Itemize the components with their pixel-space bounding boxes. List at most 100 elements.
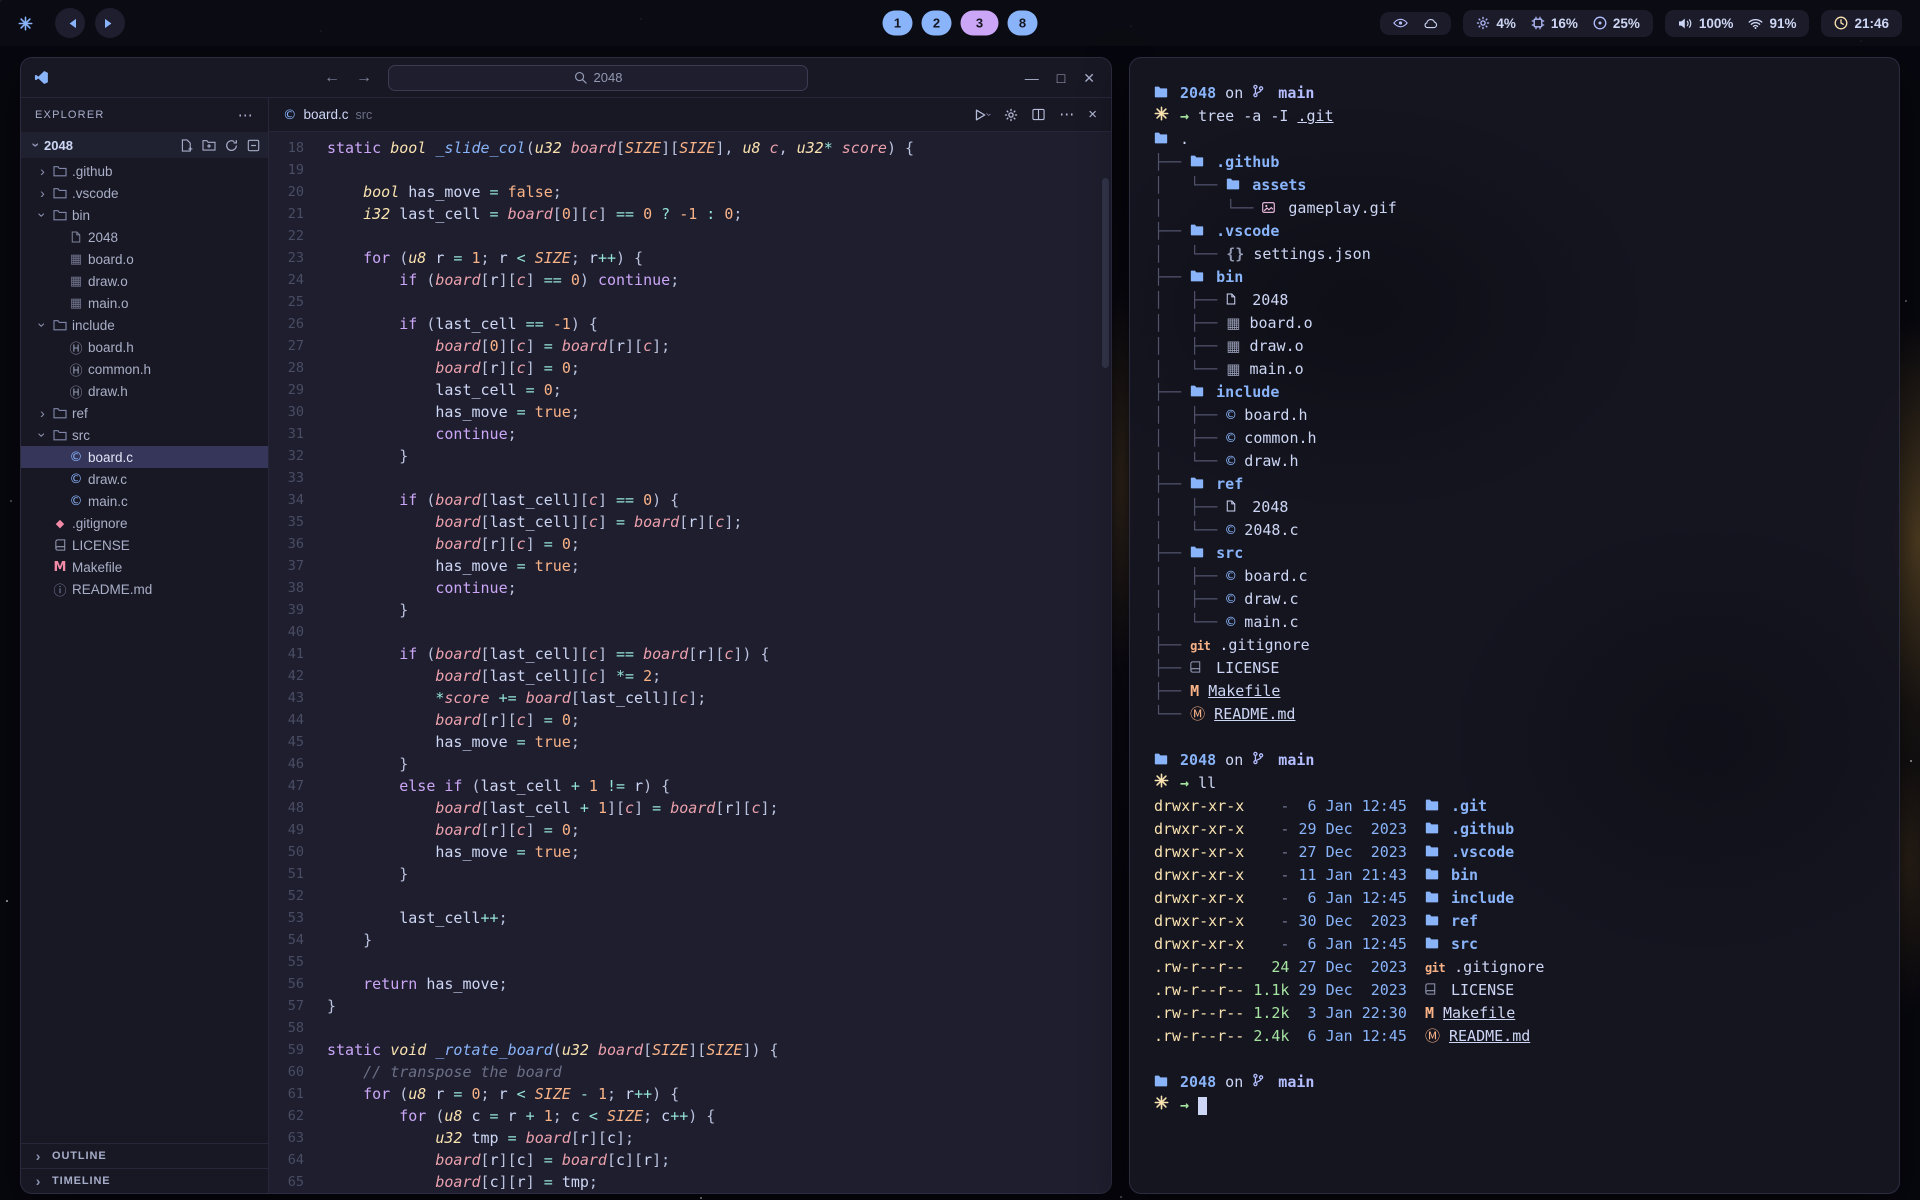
explorer-item-label: .gitignore: [72, 516, 128, 531]
outline-section-header[interactable]: › OUTLINE: [21, 1143, 268, 1168]
run-file-button[interactable]: ›: [975, 109, 990, 121]
line-number: 53: [269, 907, 327, 929]
branch-icon: [1252, 82, 1269, 105]
explorer-item-main.o[interactable]: ›▦main.o: [21, 292, 268, 314]
explorer-item-2048[interactable]: ›2048: [21, 226, 268, 248]
workspace-pill-2[interactable]: 2: [922, 11, 952, 36]
code-line-57: 57}: [269, 995, 1111, 1017]
explorer-title: EXPLORER: [35, 109, 105, 121]
explorer-item-bin[interactable]: ›bin: [21, 204, 268, 226]
new-folder-button[interactable]: [202, 139, 216, 152]
explorer-item-board.o[interactable]: ›▦board.o: [21, 248, 268, 270]
disk-stat[interactable]: 25%: [1593, 16, 1640, 31]
code-editor[interactable]: 18static bool _slide_col(u32 board[SIZE]…: [269, 132, 1111, 1193]
tab-file-name: board.c: [304, 107, 349, 122]
workspace-pill-3[interactable]: 3: [961, 11, 999, 36]
explorer-item-draw.h[interactable]: ›Ⓗdraw.h: [21, 380, 268, 402]
line-number: 50: [269, 841, 327, 863]
explorer-item-.vscode[interactable]: ›.vscode: [21, 182, 268, 204]
explorer-item-.gitignore[interactable]: ›◆.gitignore: [21, 512, 268, 534]
workspace-pill-8[interactable]: 8: [1008, 11, 1038, 36]
breadcrumb[interactable]: © board.c src: [283, 107, 372, 123]
media-previous-button[interactable]: [55, 8, 85, 38]
explorer-item-board.h[interactable]: ›Ⓗboard.h: [21, 336, 268, 358]
code-line-39: 39 }: [269, 599, 1111, 621]
workspace-pill-1[interactable]: 1: [883, 11, 913, 36]
disk-value: 25%: [1613, 16, 1640, 31]
new-file-button[interactable]: [180, 139, 193, 152]
maximize-button[interactable]: □: [1057, 70, 1065, 86]
code-line-22: 22: [269, 225, 1111, 247]
folder-icon: [1425, 841, 1442, 864]
filebin-icon: ▦: [66, 252, 86, 267]
launcher-logo-icon[interactable]: [18, 16, 33, 31]
media-next-button[interactable]: [95, 8, 125, 38]
folder-icon: [50, 209, 70, 221]
explorer-item-README.md[interactable]: ›ⓘREADME.md: [21, 578, 268, 600]
terminal-line: [1154, 726, 1875, 749]
file-icon: [1226, 496, 1243, 519]
explorer-item-include[interactable]: ›include: [21, 314, 268, 336]
explorer-item-label: Makefile: [72, 560, 122, 575]
command-center-search[interactable]: 2048: [388, 65, 808, 91]
terminal-line: → ll: [1154, 772, 1875, 795]
terminal-line: │ ├── © board.h: [1154, 404, 1875, 427]
eye-icon[interactable]: [1393, 18, 1408, 28]
explorer-more-actions-button[interactable]: ⋯: [238, 106, 254, 124]
split-editor-icon: [1032, 108, 1045, 121]
line-number: 24: [269, 269, 327, 291]
line-number: 25: [269, 291, 327, 313]
editor-more-actions-button[interactable]: ⋯: [1059, 107, 1074, 122]
memory-stat[interactable]: 16%: [1531, 16, 1578, 31]
split-editor-button[interactable]: [1032, 108, 1045, 121]
chevron-down-icon: ›: [29, 138, 45, 153]
explorer-item-common.h[interactable]: ›Ⓗcommon.h: [21, 358, 268, 380]
explorer-item-ref[interactable]: ›ref: [21, 402, 268, 424]
chevron-right-icon: ›: [35, 163, 50, 179]
explorer-item-label: draw.c: [88, 472, 127, 487]
history-forward-button[interactable]: →: [356, 70, 372, 86]
explorer-item-label: board.c: [88, 450, 133, 465]
terminal-line: ├── include: [1154, 381, 1875, 404]
search-value: 2048: [594, 70, 623, 85]
timeline-section-header[interactable]: › TIMELINE: [21, 1168, 268, 1193]
minimize-button[interactable]: —: [1025, 70, 1039, 86]
close-window-button[interactable]: ✕: [1083, 70, 1095, 87]
explorer-item-LICENSE[interactable]: ›LICENSE: [21, 534, 268, 556]
explorer-item-draw.o[interactable]: ›▦draw.o: [21, 270, 268, 292]
explorer-item-src[interactable]: ›src: [21, 424, 268, 446]
editor-scrollbar[interactable]: [1102, 178, 1109, 368]
line-number: 20: [269, 181, 327, 203]
line-number: 31: [269, 423, 327, 445]
search-icon: [574, 71, 587, 84]
explorer-item-label: common.h: [88, 362, 151, 377]
terminal-line: │ ├── © draw.c: [1154, 588, 1875, 611]
vscode-window: ← → 2048 — □ ✕ EXPLORER ⋯ › 2048: [20, 57, 1112, 1194]
explorer-item-Makefile[interactable]: ›MMakefile: [21, 556, 268, 578]
code-line-63: 63 u32 tmp = board[r][c];: [269, 1127, 1111, 1149]
close-editor-button[interactable]: ×: [1088, 107, 1097, 122]
volume-stat[interactable]: 100%: [1678, 16, 1734, 31]
editor-settings-button[interactable]: [1004, 108, 1018, 122]
line-number: 44: [269, 709, 327, 731]
cpu-stat[interactable]: 4%: [1476, 16, 1516, 31]
project-root-row[interactable]: › 2048: [21, 132, 268, 158]
explorer-item-draw.c[interactable]: ›©draw.c: [21, 468, 268, 490]
explorer-item-board.c[interactable]: ›©board.c: [21, 446, 268, 468]
code-line-23: 23 for (u8 r = 1; r < SIZE; r++) {: [269, 247, 1111, 269]
vscode-titlebar[interactable]: ← → 2048 — □ ✕: [21, 58, 1111, 98]
clock-stat[interactable]: 21:46: [1834, 16, 1889, 31]
cloud-icon[interactable]: [1423, 18, 1438, 29]
code-line-59: 59static void _rotate_board(u32 board[SI…: [269, 1039, 1111, 1061]
collapse-folders-button[interactable]: [247, 139, 260, 152]
chevron-down-icon: ›: [35, 428, 51, 443]
line-number: 40: [269, 621, 327, 643]
terminal-window[interactable]: 2048 on main → tree -a -I .git .├── .git…: [1129, 57, 1900, 1194]
line-number: 46: [269, 753, 327, 775]
git-icon: ◆: [50, 517, 70, 530]
wifi-stat[interactable]: 91%: [1748, 16, 1796, 31]
history-back-button[interactable]: ←: [324, 70, 340, 86]
explorer-item-.github[interactable]: ›.github: [21, 160, 268, 182]
explorer-item-main.c[interactable]: ›©main.c: [21, 490, 268, 512]
refresh-explorer-button[interactable]: [225, 139, 238, 152]
